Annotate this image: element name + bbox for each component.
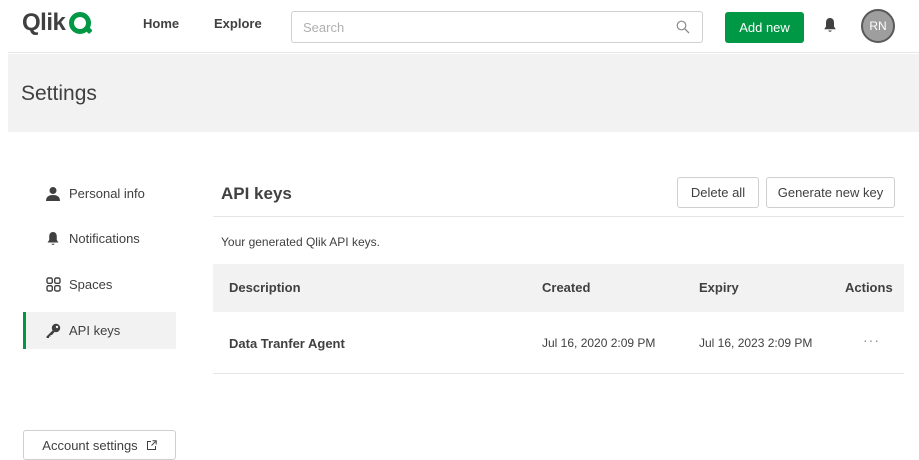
sidebar-item-notifications[interactable]: Notifications (23, 220, 176, 257)
table-row: Data Tranfer Agent Jul 16, 2020 2:09 PM … (213, 312, 904, 374)
api-keys-subtitle: Your generated Qlik API keys. (221, 235, 380, 249)
person-icon (45, 186, 61, 202)
search-input[interactable] (292, 12, 662, 42)
top-bar: Qlik Home Explore Add new RN (8, 0, 919, 53)
column-header-created[interactable]: Created (542, 280, 590, 295)
row-expiry: Jul 16, 2023 2:09 PM (699, 336, 813, 350)
user-avatar[interactable]: RN (861, 9, 895, 43)
column-header-description[interactable]: Description (229, 280, 301, 295)
sidebar-item-label: Notifications (69, 231, 140, 246)
logo-text: Qlik (22, 9, 66, 36)
account-settings-button[interactable]: Account settings (23, 430, 176, 460)
sidebar-item-spaces[interactable]: Spaces (23, 266, 176, 303)
page-title: Settings (21, 82, 97, 105)
search-icon[interactable] (676, 20, 690, 34)
table-header: Description Created Expiry Actions (213, 264, 904, 312)
api-keys-title: API keys (221, 184, 292, 203)
bell-icon (45, 231, 61, 247)
settings-header: Settings (8, 54, 919, 132)
column-header-expiry[interactable]: Expiry (699, 280, 739, 295)
qlik-logo[interactable]: Qlik (22, 9, 93, 36)
sidebar-item-label: Personal info (69, 186, 145, 201)
generate-new-key-button[interactable]: Generate new key (766, 177, 895, 208)
delete-all-button[interactable]: Delete all (677, 177, 759, 208)
row-created: Jul 16, 2020 2:09 PM (542, 336, 656, 350)
spaces-grid-icon (45, 277, 61, 293)
notifications-bell-icon[interactable] (823, 17, 837, 34)
key-icon (45, 323, 61, 339)
divider (213, 216, 904, 217)
sidebar-item-label: API keys (69, 323, 121, 338)
external-link-icon (146, 439, 157, 450)
row-description: Data Tranfer Agent (229, 336, 345, 351)
search-box[interactable] (291, 11, 703, 43)
nav-explore-link[interactable]: Explore (214, 16, 262, 31)
account-settings-label: Account settings (42, 437, 138, 453)
row-actions-more-icon[interactable]: ··· (863, 332, 880, 348)
nav-home-link[interactable]: Home (143, 16, 179, 31)
sidebar-item-api-keys[interactable]: API keys (23, 312, 176, 349)
qlik-logo-mark-icon (69, 12, 93, 35)
add-new-button[interactable]: Add new (725, 12, 804, 43)
sidebar-item-label: Spaces (69, 277, 113, 292)
sidebar-item-personal-info[interactable]: Personal info (23, 175, 176, 212)
column-header-actions: Actions (845, 280, 893, 295)
